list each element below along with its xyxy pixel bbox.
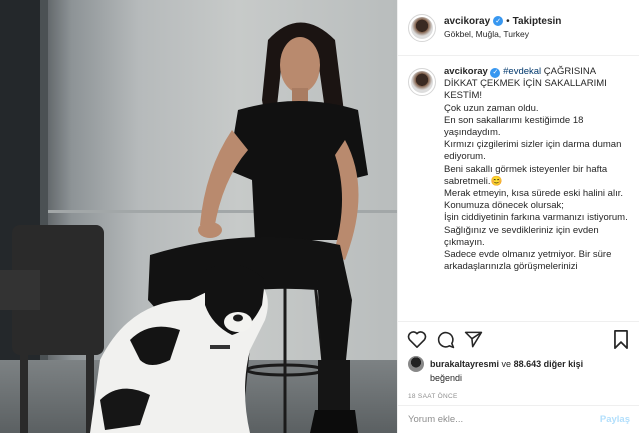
caption-line: En son sakallarımı kestiğimde 18 yaşında… [444, 114, 584, 139]
caption: avcikoray ✓ #evdekal ÇAĞRISINA DİKKAT ÇE… [398, 56, 639, 312]
comment-bubble-icon[interactable] [434, 328, 456, 350]
paper-plane-icon[interactable] [462, 328, 484, 350]
action-bar [398, 322, 639, 356]
caption-line: İşin ciddiyetinin farkına varmanızı isti… [444, 212, 628, 224]
heart-icon[interactable] [406, 328, 428, 350]
author-username[interactable]: avcikoray [444, 15, 490, 28]
likes-connector: ve [499, 358, 514, 369]
caption-line: Merak etmeyin, kısa sürede eski halini a… [444, 188, 623, 200]
caption-line: Sağlığınız ve sevdikleriniz için evden ç… [444, 224, 599, 248]
post-actions-section: burakaltayresmi ve 88.643 diğer kişi beğ… [398, 321, 639, 400]
wicker-chair [0, 225, 104, 433]
follow-status[interactable]: Takiptesin [513, 15, 562, 28]
verified-badge-icon: ✓ [490, 68, 501, 79]
verified-badge-icon: ✓ [493, 16, 504, 26]
instagram-post: avcikoray ✓ • Takiptesin Gökbel, Muğla, … [0, 0, 639, 433]
caption-headline: avcikoray ✓ #evdekal ÇAĞRISINA DİKKAT ÇE… [444, 66, 629, 103]
bookmark-icon[interactable] [610, 328, 632, 350]
post-comment-button[interactable]: Paylaş [600, 414, 630, 425]
caption-username[interactable]: avcikoray [444, 66, 488, 77]
location-link[interactable]: Gökbel, Muğla, Turkey [444, 28, 561, 41]
author-avatar[interactable] [408, 13, 436, 42]
caption-line: Beni sakallı görmek isteyenler bir hafta… [444, 163, 608, 187]
liker-avatar[interactable] [408, 356, 424, 372]
post-header: avcikoray ✓ • Takiptesin Gökbel, Muğla, … [398, 0, 639, 56]
separator-dot: • [506, 15, 510, 27]
likes-text: burakaltayresmi ve 88.643 diğer kişi [430, 359, 583, 370]
caption-body: avcikoray ✓ #evdekal ÇAĞRISINA DİKKAT ÇE… [444, 66, 629, 312]
comment-input[interactable] [408, 414, 600, 425]
caption-line: Sadece evde olmanız yetmiyor. Bir süre a… [444, 249, 612, 273]
caption-line: Çok uzun zaman oldu. [444, 102, 539, 114]
likes-summary: burakaltayresmi ve 88.643 diğer kişi [398, 356, 639, 372]
comment-box: Paylaş [398, 405, 639, 433]
header-text: avcikoray ✓ • Takiptesin Gökbel, Muğla, … [444, 15, 561, 41]
caption-line: Konumuza dönecek olursak; [444, 200, 564, 212]
liked-word: beğendi [430, 373, 463, 383]
liker-username[interactable]: burakaltayresmi [430, 359, 499, 369]
likes-others[interactable]: 88.643 diğer kişi [514, 359, 584, 369]
caption-line: Kırmızı çizgilerimi sizler için darma du… [444, 139, 622, 163]
post-timestamp[interactable]: 18 SAAT ÖNCE [398, 383, 639, 400]
hashtag-link[interactable]: #evdekal [503, 66, 541, 77]
caption-avatar[interactable] [408, 68, 436, 96]
header-line: avcikoray ✓ • Takiptesin [444, 15, 561, 28]
post-photo[interactable] [0, 0, 397, 433]
photo-illustration [0, 22, 368, 433]
post-side-panel: avcikoray ✓ • Takiptesin Gökbel, Muğla, … [397, 0, 639, 433]
